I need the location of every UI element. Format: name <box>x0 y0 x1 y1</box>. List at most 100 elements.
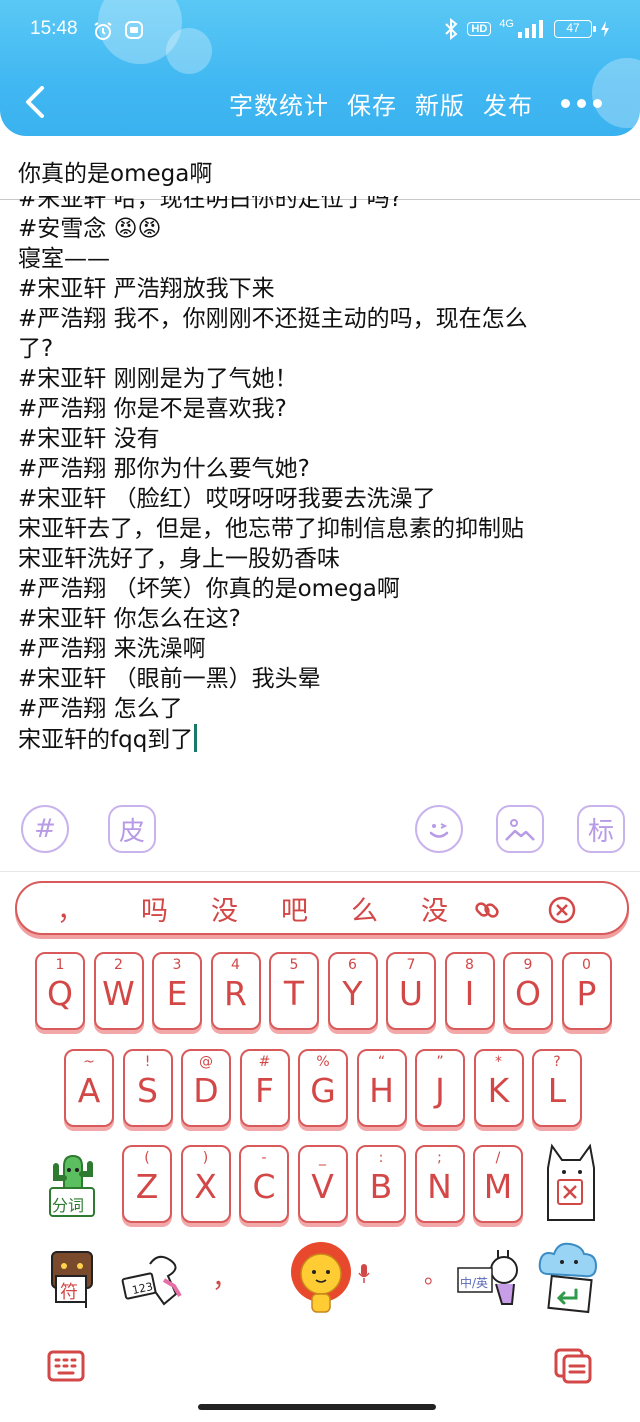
delete-key[interactable] <box>540 1140 604 1224</box>
space-key[interactable] <box>286 1240 356 1316</box>
key-secondary-label: - <box>261 1150 267 1166</box>
status-notification-icons <box>92 20 144 42</box>
language-switch-key[interactable]: 中/英 <box>456 1246 524 1312</box>
publish-button[interactable]: 发布 <box>483 86 533 121</box>
tag-button[interactable]: 标 <box>577 805 625 853</box>
key-secondary-label: ! <box>144 1054 151 1070</box>
key-secondary-label: ) <box>202 1150 209 1166</box>
key-j[interactable]: ” J <box>415 1049 465 1127</box>
key-m[interactable]: / M <box>473 1145 523 1223</box>
keyboard-switch-icon[interactable] <box>47 1348 85 1384</box>
collapse-candidates-icon[interactable] <box>547 895 577 925</box>
key-primary-label: F <box>255 1071 274 1110</box>
candidate-word[interactable]: 没 <box>211 889 238 928</box>
key-primary-label: W <box>102 974 135 1013</box>
key-s[interactable]: ! S <box>122 1049 173 1127</box>
key-primary-label: I <box>464 974 475 1013</box>
keyboard-divider <box>0 871 640 872</box>
key-a[interactable]: ~ A <box>64 1049 114 1127</box>
document-title[interactable]: 你真的是omega啊 <box>18 154 212 188</box>
emoji-button[interactable] <box>415 805 463 853</box>
key-y[interactable]: 6Y <box>327 952 378 1030</box>
number-key[interactable]: 123 <box>120 1250 188 1312</box>
key-c[interactable]: -C <box>239 1145 289 1223</box>
key-primary-label: A <box>77 1071 101 1110</box>
text-line: 宋亚轩洗好了，身上一股奶香味 <box>18 546 340 572</box>
key-q[interactable]: 1Q <box>35 952 85 1030</box>
document-body[interactable]: #宋亚轩 哈，现在明白你的定位了吗? #安雪念 😡😡 寝室—— #宋亚轩 严浩翔… <box>18 196 628 784</box>
skin-button[interactable]: 皮 <box>108 805 156 853</box>
key-secondary-label: @ <box>199 1054 213 1070</box>
key-d[interactable]: @ D <box>181 1049 231 1127</box>
key-e[interactable]: 3E <box>152 952 202 1030</box>
key-l[interactable]: ? L <box>532 1049 582 1127</box>
key-w[interactable]: 2W <box>93 952 144 1030</box>
key-f[interactable]: # F <box>239 1049 290 1127</box>
smiley-icon <box>429 823 449 838</box>
symbol-key[interactable]: 符 <box>46 1248 98 1310</box>
text-line-content: 宋亚轩的fqq到了 <box>18 727 194 753</box>
key-secondary-label: “ <box>377 1054 386 1070</box>
alarm-icon <box>94 22 112 40</box>
key-z[interactable]: (Z <box>122 1145 172 1223</box>
back-icon[interactable] <box>18 82 54 122</box>
microphone-icon[interactable] <box>358 1264 370 1284</box>
key-x[interactable]: ) X <box>180 1145 231 1223</box>
save-button[interactable]: 保存 <box>347 86 397 121</box>
key-secondary-label: ” <box>436 1054 444 1070</box>
clipboard-icon[interactable] <box>554 1348 592 1384</box>
key-h[interactable]: “H <box>356 1049 407 1127</box>
word-count-button[interactable]: 字数统计 <box>229 86 329 121</box>
image-button[interactable] <box>496 805 544 853</box>
period-key[interactable]: 。 <box>424 1258 446 1290</box>
candidate-word[interactable]: 吧 <box>281 889 308 928</box>
key-primary-label: Z <box>135 1167 159 1206</box>
key-u[interactable]: 7U <box>386 952 436 1030</box>
candidate-word[interactable]: 没 <box>421 889 448 928</box>
dino-number-icon <box>121 1255 182 1306</box>
text-line: #严浩翔 来洗澡啊 <box>18 636 206 662</box>
key-r[interactable]: 4R <box>210 952 261 1030</box>
cloud-enter-icon <box>538 1242 598 1314</box>
key-t[interactable]: 5T <box>269 952 319 1030</box>
signal-icon <box>518 20 543 38</box>
key-secondary-label: ~ <box>83 1054 95 1070</box>
key-primary-label: Y <box>342 974 363 1013</box>
key-primary-label: P <box>576 974 597 1013</box>
key-o[interactable]: 9O <box>503 952 553 1030</box>
candidate-word[interactable]: 么 <box>351 889 378 928</box>
hashtag-button[interactable]: # <box>21 805 69 853</box>
key-b[interactable]: :B <box>356 1145 406 1223</box>
key-secondary-label: : <box>378 1150 384 1166</box>
segment-key[interactable]: 分词 <box>42 1148 102 1220</box>
text-line: #严浩翔 怎么了 <box>18 696 183 722</box>
key-primary-label: N <box>427 1167 452 1206</box>
key-primary-label: K <box>487 1071 510 1110</box>
candidate-word[interactable]: ， <box>57 889 84 928</box>
battery-indicator: 47 <box>554 20 596 38</box>
key-k[interactable]: * K <box>473 1049 524 1127</box>
candidate-word[interactable]: 吗 <box>141 889 168 928</box>
key-v[interactable]: _ V <box>297 1145 348 1223</box>
text-line: #严浩翔 那你为什么要气她? <box>18 456 310 482</box>
key-secondary-label: 1 <box>55 957 65 973</box>
home-indicator[interactable] <box>198 1404 436 1410</box>
comma-key[interactable]: ， <box>212 1258 238 1295</box>
key-n[interactable]: ; N <box>414 1145 465 1223</box>
key-primary-label: D <box>193 1071 219 1110</box>
enter-key[interactable] <box>536 1240 602 1316</box>
key-i[interactable]: 8I <box>444 952 495 1030</box>
more-options-icon[interactable] <box>561 99 602 108</box>
text-line: #宋亚轩 刚刚是为了气她！ <box>18 366 298 392</box>
key-g[interactable]: % G <box>298 1049 348 1127</box>
key-p[interactable]: 0P <box>561 952 612 1030</box>
text-line: 宋亚轩去了，但是，他忘带了抑制信息素的抑制贴 <box>18 516 524 542</box>
editor-toolbar: 字数统计 保存 新版 发布 <box>229 86 602 121</box>
candidate-bar: ， 吗 没 吧 么 没 <box>15 881 629 935</box>
text-line: #宋亚轩 严浩翔放我下来 <box>18 276 275 302</box>
language-label: 中/英 <box>460 1276 489 1290</box>
new-version-button[interactable]: 新版 <box>415 86 465 121</box>
link-icon[interactable] <box>473 896 501 924</box>
key-secondary-label: ( <box>144 1150 150 1166</box>
text-line: #严浩翔 你是不是喜欢我? <box>18 396 287 422</box>
